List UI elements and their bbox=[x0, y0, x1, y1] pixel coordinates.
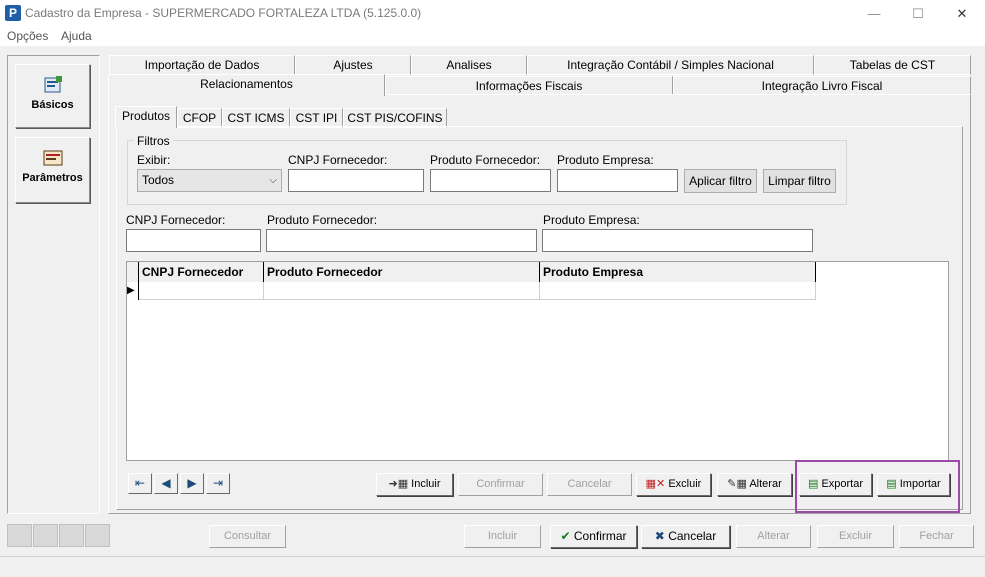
status-cell bbox=[7, 524, 32, 547]
inner-cancelar-button[interactable]: Cancelar bbox=[547, 473, 632, 496]
exibir-select[interactable]: Todos ⌵ bbox=[137, 169, 282, 192]
alterar-button[interactable]: Alterar bbox=[736, 525, 811, 548]
tab-relacionamentos[interactable]: Relacionamentos bbox=[108, 74, 385, 96]
subtab-cfop[interactable]: CFOP bbox=[177, 108, 222, 128]
next-record-icon[interactable]: ▶ bbox=[180, 473, 204, 494]
filter-produto-empresa-input[interactable] bbox=[557, 169, 678, 192]
filter-cnpj-input[interactable] bbox=[288, 169, 424, 192]
basicos-label: Básicos bbox=[31, 99, 74, 111]
grid-cell-divider bbox=[539, 282, 540, 300]
tab-integracao-livro-fiscal[interactable]: Integração Livro Fiscal bbox=[673, 76, 971, 96]
filter-produto-empresa-label: Produto Empresa: bbox=[557, 153, 654, 167]
inner-incluir-button[interactable]: ➜▦ Incluir bbox=[376, 473, 453, 496]
status-cell bbox=[59, 524, 84, 547]
grid-col-produto-fornecedor[interactable]: Produto Fornecedor bbox=[264, 262, 540, 282]
tab-tabelas-cst[interactable]: Tabelas de CST bbox=[814, 55, 971, 75]
grid-cell-divider bbox=[815, 282, 816, 300]
first-record-icon[interactable]: ⇤ bbox=[128, 473, 152, 494]
filter-produto-fornecedor-input[interactable] bbox=[430, 169, 551, 192]
basicos-button[interactable]: Básicos bbox=[15, 64, 90, 128]
produto-empresa-label: Produto Empresa: bbox=[543, 213, 640, 227]
inner-confirmar-button[interactable]: Confirmar bbox=[458, 473, 543, 496]
filters-legend: Filtros bbox=[134, 134, 173, 148]
consultar-button[interactable]: Consultar bbox=[209, 525, 286, 548]
highlight-box bbox=[795, 460, 960, 513]
edit-row-icon: ✎▦ bbox=[727, 478, 747, 490]
inner-excluir-button[interactable]: ▦✕ Excluir bbox=[636, 473, 711, 496]
close-button[interactable]: ✕ bbox=[940, 0, 984, 27]
grid-cell-divider bbox=[138, 282, 139, 300]
grid-cell-divider bbox=[263, 282, 264, 300]
chevron-down-icon: ⌵ bbox=[269, 175, 277, 186]
confirmar-button[interactable]: ✔ Confirmar bbox=[550, 525, 637, 548]
inner-incluir-label: Incluir bbox=[411, 478, 441, 490]
aplicar-filtro-button[interactable]: Aplicar filtro bbox=[684, 169, 757, 193]
incluir-button[interactable]: Incluir bbox=[464, 525, 541, 548]
grid-col-cnpj[interactable]: CNPJ Fornecedor bbox=[139, 262, 264, 282]
tab-importacao-dados[interactable]: Importação de Dados bbox=[109, 55, 295, 75]
inner-alterar-button[interactable]: ✎▦ Alterar bbox=[717, 473, 792, 496]
menu-bar bbox=[0, 27, 985, 46]
last-record-icon[interactable]: ⇥ bbox=[206, 473, 230, 494]
status-cell bbox=[85, 524, 110, 547]
subtab-cst-pis-cofins[interactable]: CST PIS/COFINS bbox=[343, 108, 447, 128]
tab-integracao-contabil[interactable]: Integração Contábil / Simples Nacional bbox=[527, 55, 814, 75]
grid-indicator-header bbox=[127, 262, 139, 282]
filter-produto-fornecedor-label: Produto Fornecedor: bbox=[430, 153, 541, 167]
excluir-button[interactable]: Excluir bbox=[817, 525, 894, 548]
parametros-button[interactable]: Parâmetros bbox=[15, 137, 90, 203]
inner-alterar-label: Alterar bbox=[749, 478, 782, 490]
form-icon bbox=[44, 76, 62, 93]
filter-cnpj-label: CNPJ Fornecedor: bbox=[288, 153, 388, 167]
grid-header: CNPJ Fornecedor Produto Fornecedor Produ… bbox=[127, 262, 816, 282]
produto-fornecedor-input[interactable] bbox=[266, 229, 537, 252]
parametros-label: Parâmetros bbox=[22, 172, 83, 184]
subtab-cst-icms[interactable]: CST ICMS bbox=[222, 108, 290, 128]
grid-row-line bbox=[139, 299, 816, 300]
app-icon: P bbox=[5, 5, 21, 21]
cancel-x-icon: ✖ bbox=[654, 529, 665, 543]
tab-analises[interactable]: Analises bbox=[411, 55, 527, 75]
exibir-label: Exibir: bbox=[137, 153, 171, 167]
fechar-button[interactable]: Fechar bbox=[899, 525, 974, 548]
status-cell bbox=[33, 524, 58, 547]
confirmar-label: Confirmar bbox=[573, 529, 627, 543]
tab-ajustes[interactable]: Ajustes bbox=[295, 55, 411, 75]
produto-empresa-input[interactable] bbox=[542, 229, 813, 252]
maximize-button[interactable]: ☐ bbox=[896, 0, 940, 27]
subtab-cst-ipi[interactable]: CST IPI bbox=[290, 108, 343, 128]
limpar-filtro-button[interactable]: Limpar filtro bbox=[763, 169, 836, 193]
check-icon: ✔ bbox=[560, 529, 571, 543]
grid-col-produto-empresa[interactable]: Produto Empresa bbox=[540, 262, 816, 282]
cancelar-button[interactable]: ✖ Cancelar bbox=[641, 525, 730, 548]
prior-record-icon[interactable]: ◀ bbox=[154, 473, 178, 494]
relacionamentos-grid[interactable] bbox=[126, 261, 949, 461]
cnpj-input[interactable] bbox=[126, 229, 261, 252]
status-bar bbox=[0, 556, 985, 577]
window-title: Cadastro da Empresa - SUPERMERCADO FORTA… bbox=[25, 6, 422, 20]
grid-row-indicator: ▶ bbox=[127, 285, 135, 296]
menu-ajuda[interactable]: Ajuda bbox=[61, 29, 92, 43]
add-row-icon: ➜▦ bbox=[388, 478, 409, 490]
delete-row-icon: ▦✕ bbox=[645, 478, 666, 490]
minimize-button[interactable]: — bbox=[852, 0, 896, 27]
tab-informacoes-fiscais[interactable]: Informações Fiscais bbox=[385, 76, 673, 96]
cnpj-label: CNPJ Fornecedor: bbox=[126, 213, 226, 227]
settings-doc-icon bbox=[43, 150, 62, 166]
produto-fornecedor-label: Produto Fornecedor: bbox=[267, 213, 378, 227]
inner-excluir-label: Excluir bbox=[668, 478, 702, 490]
exibir-value: Todos bbox=[142, 173, 175, 187]
subtab-produtos[interactable]: Produtos bbox=[115, 106, 177, 128]
menu-opcoes[interactable]: Opções bbox=[7, 29, 48, 43]
cancelar-label: Cancelar bbox=[668, 529, 717, 543]
